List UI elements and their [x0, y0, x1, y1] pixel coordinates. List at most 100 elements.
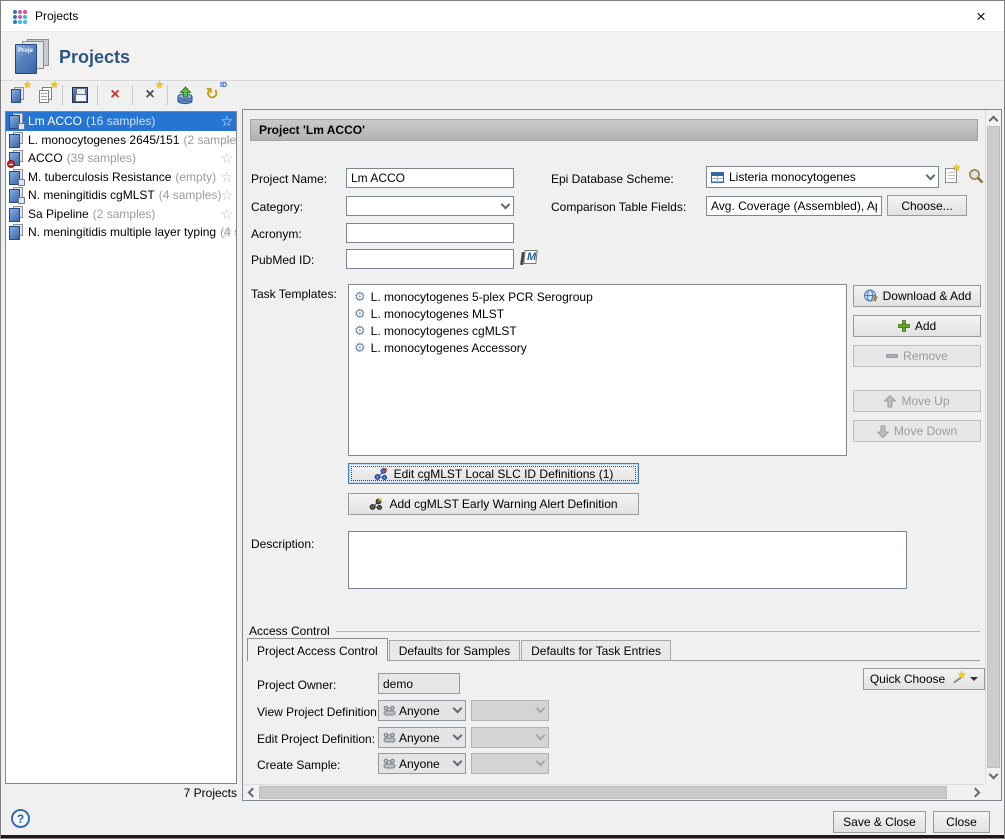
project-list-item[interactable]: L. monocytogenes 2645/151 (2 samples) ☆: [6, 131, 236, 150]
dropdown-arrow-icon: [970, 677, 978, 681]
window-bottom-edge: [1, 835, 1004, 838]
task-templates-list[interactable]: ⚙ L. monocytogenes 5-plex PCR Serogroup …: [348, 284, 847, 456]
svg-text:★: ★: [378, 497, 383, 504]
favorite-star-icon[interactable]: ☆: [220, 206, 233, 223]
edit-definition-combobox[interactable]: Anyone: [378, 727, 466, 748]
project-owner-field[interactable]: [378, 673, 460, 694]
task-template-item[interactable]: ⚙ L. monocytogenes cgMLST: [354, 322, 841, 339]
view-definition-secondary-combobox[interactable]: [471, 700, 549, 721]
project-list-item[interactable]: Lm ACCO (16 samples) ☆: [6, 112, 236, 131]
quick-choose-button[interactable]: Quick Choose ★: [863, 668, 985, 690]
favorite-star-icon[interactable]: ☆: [220, 169, 233, 186]
vertical-scrollbar[interactable]: [985, 110, 1001, 784]
save-icon: [72, 87, 88, 103]
acronym-input[interactable]: [346, 223, 514, 243]
scroll-left-arrow[interactable]: [243, 785, 259, 800]
tab-defaults-for-samples[interactable]: Defaults for Samples: [389, 640, 520, 660]
delete-special-button[interactable]: × ★: [138, 84, 162, 106]
project-list: Lm ACCO (16 samples) ☆ L. monocytogenes …: [5, 111, 237, 784]
window-title: Projects: [35, 9, 78, 23]
comparison-fields-label: Comparison Table Fields:: [551, 200, 686, 214]
favorite-star-icon[interactable]: ☆: [220, 150, 233, 167]
window-close-button[interactable]: ×: [958, 1, 1004, 32]
delete-icon: ×: [110, 87, 119, 103]
close-button[interactable]: Close: [933, 811, 990, 833]
epi-scheme-combobox[interactable]: Listeria monocytogenes: [706, 166, 939, 188]
project-list-item[interactable]: N. meningitidis multiple layer typing (4…: [6, 223, 236, 242]
add-template-button[interactable]: Add: [853, 315, 981, 337]
favorite-star-icon[interactable]: ☆: [220, 132, 233, 149]
task-template-icon: ⚙: [354, 324, 366, 338]
category-combobox[interactable]: [346, 196, 514, 216]
help-button[interactable]: ?: [11, 809, 30, 828]
favorite-star-icon[interactable]: ☆: [220, 187, 233, 204]
project-icon: [9, 132, 24, 148]
access-control-label: Access Control: [249, 624, 330, 638]
create-sample-label: Create Sample:: [257, 758, 340, 772]
plus-icon: [898, 320, 910, 332]
comparison-fields-value[interactable]: [706, 196, 882, 216]
favorite-star-icon[interactable]: ☆: [220, 113, 233, 130]
pubmed-icon[interactable]: M: [521, 250, 539, 266]
project-detail-panel: Project 'Lm ACCO' Project Name: Category…: [242, 109, 1002, 801]
project-list-item[interactable]: ACCO (39 samples) ☆: [6, 149, 236, 168]
pubmed-label: PubMed ID:: [251, 253, 314, 267]
download-add-button[interactable]: Download & Add: [853, 285, 981, 307]
description-textarea[interactable]: [348, 531, 907, 589]
delete-dark-icon: ×: [145, 87, 154, 103]
project-list-item[interactable]: Sa Pipeline (2 samples) ☆: [6, 205, 236, 224]
tab-defaults-for-task-entries[interactable]: Defaults for Task Entries: [521, 640, 671, 660]
add-early-warning-button[interactable]: ★ Add cgMLST Early Warning Alert Definit…: [348, 493, 639, 515]
create-sample-secondary-combobox[interactable]: [471, 753, 549, 774]
remove-template-button[interactable]: Remove: [853, 345, 981, 367]
create-sample-combobox[interactable]: Anyone: [378, 753, 466, 774]
project-list-item[interactable]: N. meningitidis cgMLST (4 samples) ☆: [6, 186, 236, 205]
edit-slc-definitions-button[interactable]: ID Edit cgMLST Local SLC ID Definitions …: [348, 463, 639, 484]
project-icon: [9, 224, 24, 240]
magic-wand-icon: ★: [951, 673, 965, 686]
task-template-item[interactable]: ⚙ L. monocytogenes Accessory: [354, 339, 841, 356]
new-scheme-icon[interactable]: ★: [945, 167, 959, 184]
projects-window: Projects × Proje Projects ★ ★ × × ★: [0, 0, 1005, 839]
edit-definition-secondary-combobox[interactable]: [471, 727, 549, 748]
save-button[interactable]: [68, 84, 92, 106]
horizontal-scroll-thumb[interactable]: [259, 786, 947, 799]
down-arrow-icon: [877, 425, 889, 438]
sync-id-button[interactable]: ↻ ID: [200, 84, 224, 106]
scroll-down-arrow[interactable]: [986, 768, 1001, 784]
cgmlst-nodes-icon: ID: [374, 467, 388, 481]
new-project-button[interactable]: ★: [6, 84, 30, 106]
view-definition-combobox[interactable]: Anyone: [378, 700, 466, 721]
horizontal-scrollbar[interactable]: [243, 784, 985, 800]
app-logo-icon: [13, 10, 27, 24]
up-arrow-icon: [884, 395, 896, 408]
scroll-right-arrow[interactable]: [969, 785, 985, 800]
save-and-close-button[interactable]: Save & Close: [833, 811, 926, 833]
scroll-up-arrow[interactable]: [986, 110, 1001, 126]
duplicate-project-button[interactable]: ★: [33, 84, 57, 106]
table-icon: [711, 172, 724, 183]
move-up-button[interactable]: Move Up: [853, 390, 981, 412]
favorite-star-icon[interactable]: ☆: [220, 224, 233, 241]
project-name-input[interactable]: [346, 168, 514, 188]
choose-fields-button[interactable]: Choose...: [887, 195, 967, 216]
pubmed-input[interactable]: [346, 249, 514, 269]
tab-project-access-control[interactable]: Project Access Control: [247, 638, 388, 661]
projects-book-icon: Proje: [13, 39, 53, 76]
project-icon: [9, 187, 24, 203]
access-tabs: Project Access Control Defaults for Samp…: [247, 638, 980, 661]
move-down-button[interactable]: Move Down: [853, 420, 981, 442]
project-icon: [9, 206, 24, 222]
delete-project-button[interactable]: ×: [103, 84, 127, 106]
task-template-item[interactable]: ⚙ L. monocytogenes 5-plex PCR Serogroup: [354, 288, 841, 305]
database-upload-button[interactable]: [173, 84, 197, 106]
task-template-item[interactable]: ⚙ L. monocytogenes MLST: [354, 305, 841, 322]
project-icon: [9, 169, 24, 185]
task-template-icon: ⚙: [354, 307, 366, 321]
page-header: Proje Projects: [1, 33, 1004, 81]
project-list-item[interactable]: M. tuberculosis Resistance (empty) ☆: [6, 168, 236, 187]
people-icon: [383, 732, 396, 743]
view-scheme-magnifier-icon[interactable]: [968, 168, 985, 185]
vertical-scroll-thumb[interactable]: [987, 126, 1000, 768]
project-icon: [9, 150, 24, 166]
